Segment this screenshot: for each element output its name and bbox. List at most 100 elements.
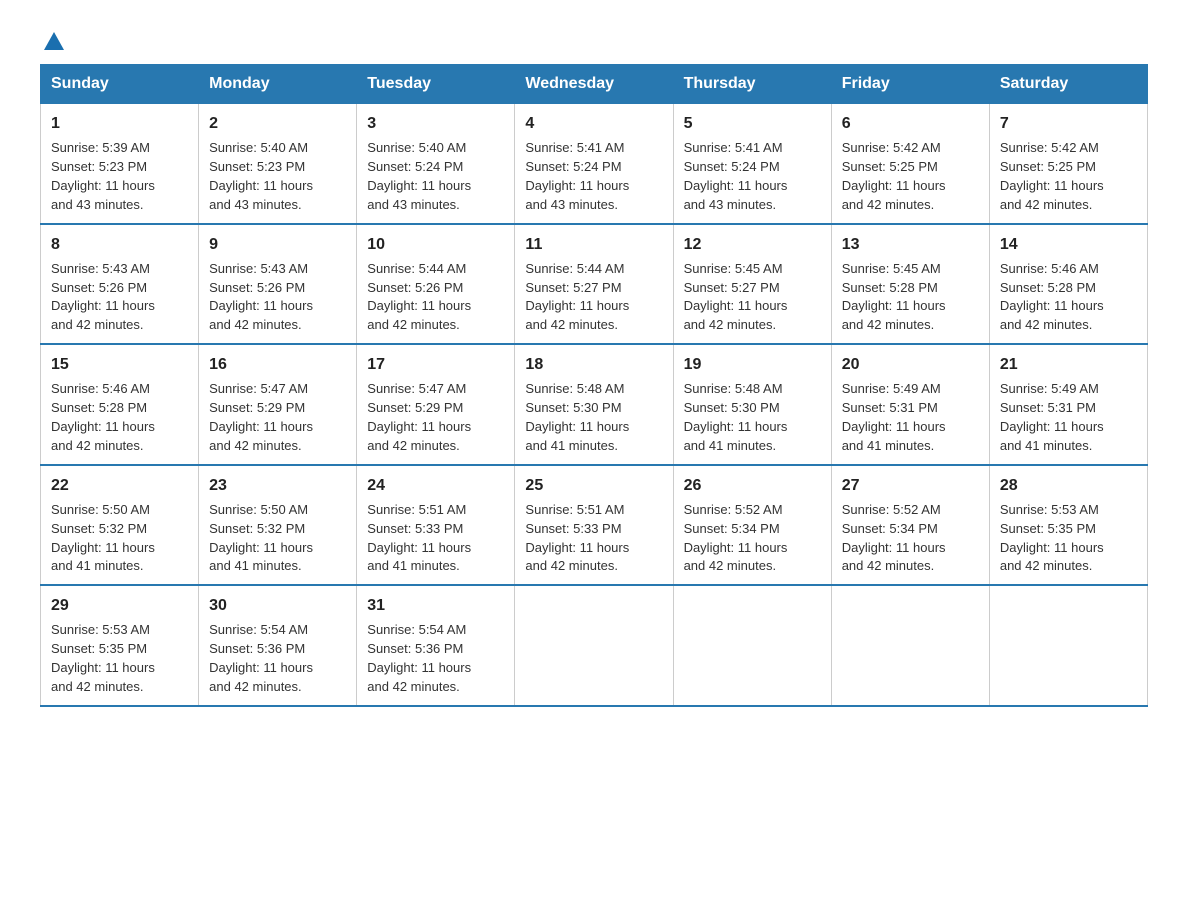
calendar-table: SundayMondayTuesdayWednesdayThursdayFrid… [40, 64, 1148, 707]
day-info: Sunrise: 5:50 AM Sunset: 5:32 PM Dayligh… [51, 501, 188, 576]
day-info: Sunrise: 5:50 AM Sunset: 5:32 PM Dayligh… [209, 501, 346, 576]
day-number: 21 [1000, 353, 1137, 376]
day-info: Sunrise: 5:49 AM Sunset: 5:31 PM Dayligh… [1000, 380, 1137, 455]
header-tuesday: Tuesday [357, 65, 515, 104]
calendar-cell: 6 Sunrise: 5:42 AM Sunset: 5:25 PM Dayli… [831, 104, 989, 224]
day-info: Sunrise: 5:52 AM Sunset: 5:34 PM Dayligh… [842, 501, 979, 576]
header-saturday: Saturday [989, 65, 1147, 104]
page-header [40, 30, 1148, 48]
day-number: 8 [51, 233, 188, 256]
day-number: 25 [525, 474, 662, 497]
day-number: 30 [209, 594, 346, 617]
calendar-cell: 17 Sunrise: 5:47 AM Sunset: 5:29 PM Dayl… [357, 344, 515, 465]
day-number: 6 [842, 112, 979, 135]
day-info: Sunrise: 5:45 AM Sunset: 5:28 PM Dayligh… [842, 260, 979, 335]
day-info: Sunrise: 5:43 AM Sunset: 5:26 PM Dayligh… [51, 260, 188, 335]
day-number: 31 [367, 594, 504, 617]
calendar-cell: 21 Sunrise: 5:49 AM Sunset: 5:31 PM Dayl… [989, 344, 1147, 465]
calendar-cell: 5 Sunrise: 5:41 AM Sunset: 5:24 PM Dayli… [673, 104, 831, 224]
calendar-cell: 15 Sunrise: 5:46 AM Sunset: 5:28 PM Dayl… [41, 344, 199, 465]
day-number: 17 [367, 353, 504, 376]
day-info: Sunrise: 5:44 AM Sunset: 5:26 PM Dayligh… [367, 260, 504, 335]
calendar-cell: 22 Sunrise: 5:50 AM Sunset: 5:32 PM Dayl… [41, 465, 199, 586]
day-number: 2 [209, 112, 346, 135]
day-number: 9 [209, 233, 346, 256]
header-wednesday: Wednesday [515, 65, 673, 104]
day-number: 20 [842, 353, 979, 376]
logo-blue-text [40, 30, 64, 48]
day-info: Sunrise: 5:41 AM Sunset: 5:24 PM Dayligh… [684, 139, 821, 214]
day-info: Sunrise: 5:44 AM Sunset: 5:27 PM Dayligh… [525, 260, 662, 335]
day-number: 28 [1000, 474, 1137, 497]
day-info: Sunrise: 5:51 AM Sunset: 5:33 PM Dayligh… [525, 501, 662, 576]
calendar-cell: 14 Sunrise: 5:46 AM Sunset: 5:28 PM Dayl… [989, 224, 1147, 345]
calendar-cell: 8 Sunrise: 5:43 AM Sunset: 5:26 PM Dayli… [41, 224, 199, 345]
day-info: Sunrise: 5:43 AM Sunset: 5:26 PM Dayligh… [209, 260, 346, 335]
day-info: Sunrise: 5:45 AM Sunset: 5:27 PM Dayligh… [684, 260, 821, 335]
calendar-cell: 7 Sunrise: 5:42 AM Sunset: 5:25 PM Dayli… [989, 104, 1147, 224]
calendar-cell: 29 Sunrise: 5:53 AM Sunset: 5:35 PM Dayl… [41, 585, 199, 706]
day-info: Sunrise: 5:42 AM Sunset: 5:25 PM Dayligh… [1000, 139, 1137, 214]
day-number: 3 [367, 112, 504, 135]
day-number: 7 [1000, 112, 1137, 135]
day-info: Sunrise: 5:48 AM Sunset: 5:30 PM Dayligh… [684, 380, 821, 455]
calendar-cell: 2 Sunrise: 5:40 AM Sunset: 5:23 PM Dayli… [199, 104, 357, 224]
day-info: Sunrise: 5:47 AM Sunset: 5:29 PM Dayligh… [367, 380, 504, 455]
week-row-2: 8 Sunrise: 5:43 AM Sunset: 5:26 PM Dayli… [41, 224, 1148, 345]
calendar-cell: 27 Sunrise: 5:52 AM Sunset: 5:34 PM Dayl… [831, 465, 989, 586]
day-info: Sunrise: 5:46 AM Sunset: 5:28 PM Dayligh… [1000, 260, 1137, 335]
day-info: Sunrise: 5:52 AM Sunset: 5:34 PM Dayligh… [684, 501, 821, 576]
day-info: Sunrise: 5:47 AM Sunset: 5:29 PM Dayligh… [209, 380, 346, 455]
day-info: Sunrise: 5:42 AM Sunset: 5:25 PM Dayligh… [842, 139, 979, 214]
day-info: Sunrise: 5:53 AM Sunset: 5:35 PM Dayligh… [1000, 501, 1137, 576]
day-info: Sunrise: 5:54 AM Sunset: 5:36 PM Dayligh… [209, 621, 346, 696]
calendar-cell: 4 Sunrise: 5:41 AM Sunset: 5:24 PM Dayli… [515, 104, 673, 224]
day-number: 1 [51, 112, 188, 135]
week-row-3: 15 Sunrise: 5:46 AM Sunset: 5:28 PM Dayl… [41, 344, 1148, 465]
header-friday: Friday [831, 65, 989, 104]
day-number: 4 [525, 112, 662, 135]
header-sunday: Sunday [41, 65, 199, 104]
day-number: 29 [51, 594, 188, 617]
calendar-cell: 28 Sunrise: 5:53 AM Sunset: 5:35 PM Dayl… [989, 465, 1147, 586]
calendar-body: 1 Sunrise: 5:39 AM Sunset: 5:23 PM Dayli… [41, 104, 1148, 706]
calendar-cell: 30 Sunrise: 5:54 AM Sunset: 5:36 PM Dayl… [199, 585, 357, 706]
day-info: Sunrise: 5:41 AM Sunset: 5:24 PM Dayligh… [525, 139, 662, 214]
calendar-header: SundayMondayTuesdayWednesdayThursdayFrid… [41, 65, 1148, 104]
day-number: 15 [51, 353, 188, 376]
day-number: 18 [525, 353, 662, 376]
header-thursday: Thursday [673, 65, 831, 104]
calendar-cell: 19 Sunrise: 5:48 AM Sunset: 5:30 PM Dayl… [673, 344, 831, 465]
day-number: 11 [525, 233, 662, 256]
day-number: 24 [367, 474, 504, 497]
calendar-cell [831, 585, 989, 706]
calendar-cell: 11 Sunrise: 5:44 AM Sunset: 5:27 PM Dayl… [515, 224, 673, 345]
calendar-cell: 18 Sunrise: 5:48 AM Sunset: 5:30 PM Dayl… [515, 344, 673, 465]
day-number: 14 [1000, 233, 1137, 256]
calendar-cell: 31 Sunrise: 5:54 AM Sunset: 5:36 PM Dayl… [357, 585, 515, 706]
day-info: Sunrise: 5:39 AM Sunset: 5:23 PM Dayligh… [51, 139, 188, 214]
calendar-cell: 10 Sunrise: 5:44 AM Sunset: 5:26 PM Dayl… [357, 224, 515, 345]
day-number: 26 [684, 474, 821, 497]
day-info: Sunrise: 5:53 AM Sunset: 5:35 PM Dayligh… [51, 621, 188, 696]
calendar-cell: 25 Sunrise: 5:51 AM Sunset: 5:33 PM Dayl… [515, 465, 673, 586]
calendar-cell: 20 Sunrise: 5:49 AM Sunset: 5:31 PM Dayl… [831, 344, 989, 465]
day-number: 12 [684, 233, 821, 256]
calendar-cell [989, 585, 1147, 706]
calendar-cell [515, 585, 673, 706]
header-row: SundayMondayTuesdayWednesdayThursdayFrid… [41, 65, 1148, 104]
calendar-cell: 9 Sunrise: 5:43 AM Sunset: 5:26 PM Dayli… [199, 224, 357, 345]
day-number: 27 [842, 474, 979, 497]
week-row-4: 22 Sunrise: 5:50 AM Sunset: 5:32 PM Dayl… [41, 465, 1148, 586]
day-number: 23 [209, 474, 346, 497]
header-monday: Monday [199, 65, 357, 104]
calendar-cell: 1 Sunrise: 5:39 AM Sunset: 5:23 PM Dayli… [41, 104, 199, 224]
day-info: Sunrise: 5:40 AM Sunset: 5:24 PM Dayligh… [367, 139, 504, 214]
day-info: Sunrise: 5:40 AM Sunset: 5:23 PM Dayligh… [209, 139, 346, 214]
day-info: Sunrise: 5:48 AM Sunset: 5:30 PM Dayligh… [525, 380, 662, 455]
day-number: 5 [684, 112, 821, 135]
logo-triangle-icon [44, 32, 64, 50]
day-number: 19 [684, 353, 821, 376]
calendar-cell: 23 Sunrise: 5:50 AM Sunset: 5:32 PM Dayl… [199, 465, 357, 586]
week-row-5: 29 Sunrise: 5:53 AM Sunset: 5:35 PM Dayl… [41, 585, 1148, 706]
